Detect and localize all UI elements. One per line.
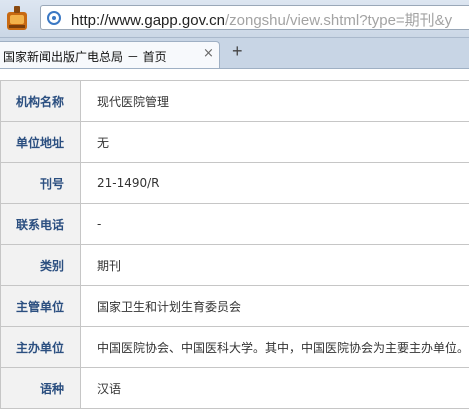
field-label: 主管单位 (1, 286, 81, 327)
field-value: 无 (80, 122, 469, 163)
field-label: 单位地址 (1, 122, 81, 163)
address-bar[interactable]: http://www.gapp.gov.cn/zongshu/view.shtm… (40, 5, 469, 30)
close-tab-icon[interactable]: × (203, 46, 214, 61)
tab-home[interactable]: 国家新闻出版广电总局 － 首页 × (0, 41, 220, 68)
table-row: 刊号 21-1490/R (1, 163, 469, 204)
field-label: 语种 (1, 368, 81, 409)
field-value: 期刊 (80, 245, 469, 286)
field-value: 汉语 (80, 368, 469, 409)
table-row: 单位地址 无 (1, 122, 469, 163)
field-value: 现代医院管理 (80, 81, 469, 122)
field-label: 主办单位 (1, 327, 81, 368)
field-value: 21-1490/R (80, 163, 469, 204)
browser-toolbar: http://www.gapp.gov.cn/zongshu/view.shtm… (0, 0, 469, 38)
globe-icon (47, 11, 61, 25)
table-row: 类别 期刊 (1, 245, 469, 286)
url-text[interactable]: http://www.gapp.gov.cn/zongshu/view.shtm… (71, 9, 452, 30)
new-tab-button[interactable]: + (232, 41, 243, 62)
journal-info-table: 机构名称 现代医院管理 单位地址 无 刊号 21-1490/R 联系电话 - 类… (0, 80, 469, 409)
field-value: 中国医院协会、中国医科大学。其中，中国医院协会为主要主办单位。 (80, 327, 469, 368)
url-host: http://www.gapp.gov.cn (71, 12, 225, 29)
table-row: 联系电话 - (1, 204, 469, 245)
tab-title: 国家新闻出版广电总局 － 首页 (3, 48, 167, 65)
browser-logo-icon[interactable] (4, 4, 30, 32)
field-label: 联系电话 (1, 204, 81, 245)
table-row: 主管单位 国家卫生和计划生育委员会 (1, 286, 469, 327)
field-label: 机构名称 (1, 81, 81, 122)
table-row: 主办单位 中国医院协会、中国医科大学。其中，中国医院协会为主要主办单位。 (1, 327, 469, 368)
url-path: /zongshu/view.shtml?type=期刊&y (225, 12, 452, 29)
table-row: 机构名称 现代医院管理 (1, 81, 469, 122)
field-value: 国家卫生和计划生育委员会 (80, 286, 469, 327)
field-label: 类别 (1, 245, 81, 286)
field-label: 刊号 (1, 163, 81, 204)
table-row: 语种 汉语 (1, 368, 469, 409)
field-value: - (80, 204, 469, 245)
tab-strip: 国家新闻出版广电总局 － 首页 × + (0, 38, 469, 69)
